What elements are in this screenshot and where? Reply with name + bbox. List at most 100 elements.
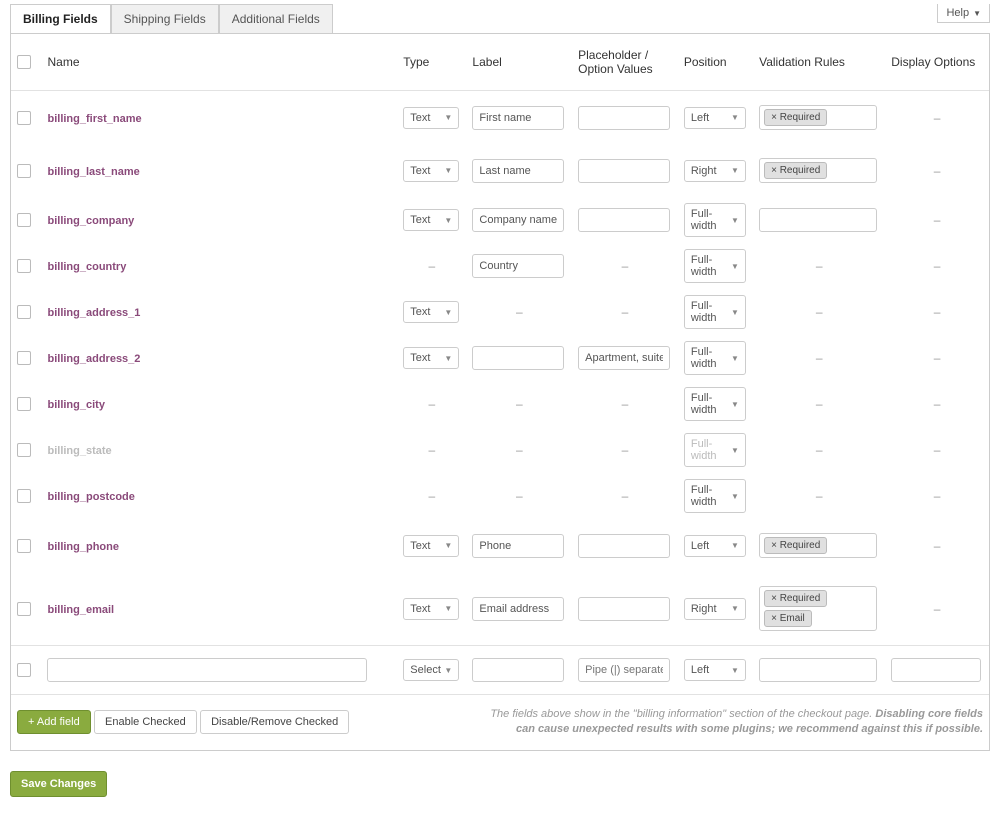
field-name-link[interactable]: billing_postcode bbox=[47, 491, 134, 503]
table-row: billing_email Text▼ Right▼ × Required × Emai… bbox=[11, 572, 989, 646]
position-select[interactable]: Full-width▼ bbox=[684, 479, 746, 513]
type-select[interactable]: Text▼ bbox=[403, 535, 459, 557]
header-label: Label bbox=[466, 34, 572, 91]
position-select[interactable]: Full-width▼ bbox=[684, 341, 746, 375]
dash: – bbox=[403, 489, 460, 503]
header-validation: Validation Rules bbox=[753, 34, 885, 91]
field-name-link[interactable]: billing_country bbox=[47, 261, 126, 273]
validation-tagbox[interactable]: × Required bbox=[759, 158, 877, 183]
label-input[interactable] bbox=[472, 346, 564, 370]
position-select[interactable]: Right▼ bbox=[684, 160, 746, 182]
field-name-link[interactable]: billing_city bbox=[47, 399, 104, 411]
field-name-link[interactable]: billing_phone bbox=[47, 541, 119, 553]
position-select[interactable]: Left▼ bbox=[684, 535, 746, 557]
placeholder-input[interactable] bbox=[578, 208, 670, 232]
new-name-input[interactable] bbox=[47, 658, 367, 682]
new-display-input[interactable] bbox=[891, 658, 981, 682]
label-input[interactable] bbox=[472, 106, 564, 130]
new-placeholder-input[interactable] bbox=[578, 658, 670, 682]
label-input[interactable] bbox=[472, 208, 564, 232]
chevron-down-icon: ▼ bbox=[444, 666, 452, 675]
placeholder-input[interactable] bbox=[578, 159, 670, 183]
row-checkbox[interactable] bbox=[17, 489, 31, 503]
validation-tag[interactable]: × Email bbox=[764, 610, 812, 627]
dash: – bbox=[891, 351, 983, 365]
table-row: billing_address_1Text▼––Full-width▼–– bbox=[11, 289, 989, 335]
label-input[interactable] bbox=[472, 254, 564, 278]
type-select[interactable]: Text▼ bbox=[403, 598, 459, 620]
chevron-down-icon: ▼ bbox=[444, 216, 452, 225]
disable-checked-button[interactable]: Disable/Remove Checked bbox=[200, 710, 349, 734]
type-select[interactable]: Text▼ bbox=[403, 301, 459, 323]
row-checkbox[interactable] bbox=[17, 539, 31, 553]
select-all-checkbox[interactable] bbox=[17, 55, 31, 69]
table-row: billing_company Text▼ Full-width▼ – bbox=[11, 197, 989, 243]
type-select[interactable]: Text▼ bbox=[403, 107, 459, 129]
row-checkbox[interactable] bbox=[17, 111, 31, 125]
field-name-link[interactable]: billing_company bbox=[47, 215, 134, 227]
row-checkbox[interactable] bbox=[17, 397, 31, 411]
validation-input[interactable] bbox=[759, 208, 877, 232]
new-label-input[interactable] bbox=[472, 658, 564, 682]
row-checkbox[interactable] bbox=[17, 443, 31, 457]
add-field-button[interactable]: + Add field bbox=[17, 710, 91, 734]
position-select[interactable]: Left▼ bbox=[684, 107, 746, 129]
position-select[interactable]: Full-width▼ bbox=[684, 295, 746, 329]
type-select[interactable]: Text▼ bbox=[403, 347, 459, 369]
validation-tagbox[interactable]: × Required × Email bbox=[759, 586, 877, 631]
placeholder-input[interactable] bbox=[578, 534, 670, 558]
new-type-select[interactable]: Select▼ bbox=[403, 659, 459, 681]
placeholder-input[interactable] bbox=[578, 106, 670, 130]
validation-tag[interactable]: × Required bbox=[764, 109, 827, 126]
label-input[interactable] bbox=[472, 597, 564, 621]
dash: – bbox=[759, 397, 879, 411]
position-select[interactable]: Right▼ bbox=[684, 598, 746, 620]
label-input[interactable] bbox=[472, 159, 564, 183]
field-name-link[interactable]: billing_state bbox=[47, 445, 111, 457]
position-select[interactable]: Full-width▼ bbox=[684, 433, 746, 467]
field-name-link[interactable]: billing_address_1 bbox=[47, 307, 140, 319]
dash: – bbox=[472, 443, 566, 457]
validation-tag[interactable]: × Required bbox=[764, 162, 827, 179]
row-checkbox[interactable] bbox=[17, 305, 31, 319]
placeholder-input[interactable] bbox=[578, 346, 670, 370]
dash: – bbox=[472, 397, 566, 411]
field-name-link[interactable]: billing_email bbox=[47, 604, 114, 616]
field-name-link[interactable]: billing_address_2 bbox=[47, 353, 140, 365]
new-position-select[interactable]: Left▼ bbox=[684, 659, 746, 681]
type-select[interactable]: Text▼ bbox=[403, 209, 459, 231]
row-checkbox[interactable] bbox=[17, 602, 31, 616]
tab-billing-fields[interactable]: Billing Fields bbox=[10, 4, 111, 33]
row-checkbox[interactable] bbox=[17, 351, 31, 365]
tab-additional-fields[interactable]: Additional Fields bbox=[219, 4, 333, 33]
dash: – bbox=[403, 259, 460, 273]
label-input[interactable] bbox=[472, 534, 564, 558]
row-checkbox[interactable] bbox=[17, 663, 31, 677]
new-validation-input[interactable] bbox=[759, 658, 877, 682]
row-checkbox[interactable] bbox=[17, 213, 31, 227]
dash: – bbox=[891, 443, 983, 457]
enable-checked-button[interactable]: Enable Checked bbox=[94, 710, 197, 734]
position-select[interactable]: Full-width▼ bbox=[684, 387, 746, 421]
position-select[interactable]: Full-width▼ bbox=[684, 249, 746, 283]
save-changes-button[interactable]: Save Changes bbox=[10, 771, 107, 797]
field-name-link[interactable]: billing_first_name bbox=[47, 113, 141, 125]
tab-shipping-fields[interactable]: Shipping Fields bbox=[111, 4, 219, 33]
table-row: billing_country––Full-width▼–– bbox=[11, 243, 989, 289]
table-row: billing_last_nameText▼Right▼× Required– bbox=[11, 144, 989, 197]
validation-tagbox[interactable]: × Required bbox=[759, 533, 877, 558]
validation-tag[interactable]: × Required bbox=[764, 537, 827, 554]
dash: – bbox=[403, 443, 460, 457]
help-button[interactable]: Help▼ bbox=[937, 4, 990, 23]
chevron-down-icon: ▼ bbox=[444, 113, 452, 122]
placeholder-input[interactable] bbox=[578, 597, 670, 621]
row-checkbox[interactable] bbox=[17, 164, 31, 178]
row-checkbox[interactable] bbox=[17, 259, 31, 273]
validation-tag[interactable]: × Required bbox=[764, 590, 827, 607]
validation-tagbox[interactable]: × Required bbox=[759, 105, 877, 130]
position-select[interactable]: Full-width▼ bbox=[684, 203, 746, 237]
type-select[interactable]: Text▼ bbox=[403, 160, 459, 182]
dash: – bbox=[891, 213, 983, 227]
field-name-link[interactable]: billing_last_name bbox=[47, 166, 139, 178]
chevron-down-icon: ▼ bbox=[731, 604, 739, 613]
